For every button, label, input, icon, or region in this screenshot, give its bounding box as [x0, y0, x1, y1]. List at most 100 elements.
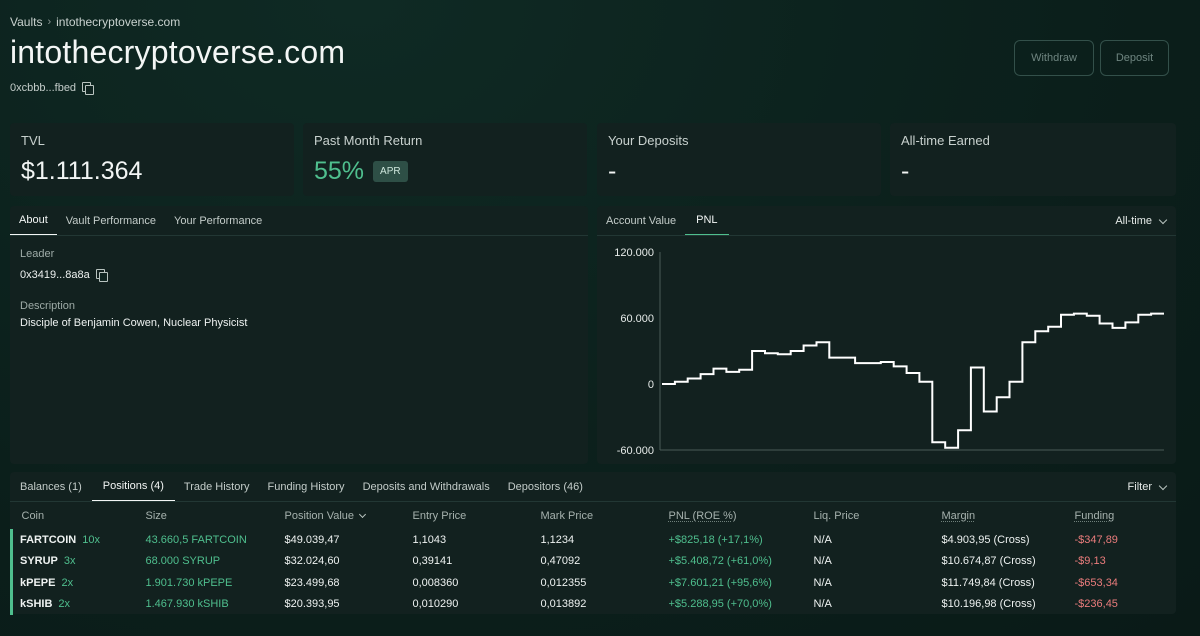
- funding-cell: -$236,45: [1074, 598, 1118, 611]
- leader-label: Leader: [20, 248, 55, 260]
- entry-price-cell: 0,010290: [412, 598, 459, 611]
- size-cell: 68.000 SYRUP: [145, 555, 221, 568]
- col-entry-price[interactable]: Entry Price: [403, 502, 531, 529]
- leverage-badge: 2x: [61, 576, 74, 589]
- coin-name: SYRUP: [20, 555, 58, 568]
- your-deposits-card: Your Deposits -: [597, 123, 881, 196]
- month-return-row: 55% APR: [314, 157, 576, 186]
- about-tabs: About Vault Performance Your Performance: [10, 206, 588, 236]
- y-tick-label: 0: [648, 379, 654, 391]
- tab-vault-performance[interactable]: Vault Performance: [57, 206, 165, 235]
- month-return-label: Past Month Return: [314, 133, 423, 148]
- filter-dropdown[interactable]: Filter: [1127, 472, 1168, 502]
- tab-positions[interactable]: Positions (4): [91, 472, 175, 501]
- y-tick-label: 120.000: [614, 247, 654, 259]
- funding-cell: -$9,13: [1074, 555, 1106, 568]
- y-tick-label: 60.000: [620, 313, 654, 325]
- chevron-right-icon: ›: [47, 16, 52, 28]
- coin-cell[interactable]: FARTCOIN 10x: [10, 529, 136, 551]
- vault-address: 0xcbbb...fbed: [10, 82, 95, 95]
- pnl-cell: +$825,18 (+17,1%): [668, 533, 763, 546]
- pnl-cell: +$5.288,95 (+70,0%): [668, 598, 772, 611]
- all-time-earned-value: -: [901, 157, 910, 185]
- all-time-earned-card: All-time Earned -: [890, 123, 1176, 196]
- mark-price-cell: 0,47092: [540, 555, 581, 568]
- mark-price-cell: 0,012355: [540, 576, 587, 589]
- liq-price-cell: N/A: [813, 576, 832, 589]
- table-row[interactable]: kSHIB 2x 1.467.930 kSHIB $20.393,95 0,010290…: [10, 593, 1177, 615]
- copy-icon[interactable]: [95, 269, 108, 282]
- tab-depositors[interactable]: Depositors (46): [499, 472, 592, 501]
- table-row[interactable]: kPEPE 2x 1.901.730 kPEPE $23.499,68 0,008360…: [10, 572, 1177, 594]
- coin-name: FARTCOIN: [20, 533, 77, 546]
- tab-funding-history[interactable]: Funding History: [259, 472, 354, 501]
- size-cell: 1.467.930 kSHIB: [145, 598, 229, 611]
- tab-deposits-withdrawals[interactable]: Deposits and Withdrawals: [354, 472, 499, 501]
- col-position-value-label: Position Value: [284, 509, 355, 522]
- col-position-value[interactable]: Position Value: [275, 502, 403, 529]
- breadcrumb-current: intothecryptoverse.com: [56, 15, 181, 29]
- tab-about[interactable]: About: [10, 206, 57, 235]
- leverage-badge: 2x: [58, 598, 71, 611]
- leverage-badge: 10x: [82, 533, 100, 546]
- col-liq-price[interactable]: Liq. Price: [804, 502, 932, 529]
- mark-price-cell: 1,1234: [540, 533, 575, 546]
- tvl-value: $1.111.364: [21, 157, 143, 185]
- tvl-label: TVL: [21, 133, 45, 148]
- liq-price-cell: N/A: [813, 533, 832, 546]
- table-header: Coin Size Position Value Entry Price Mar…: [12, 502, 1177, 529]
- month-return-card: Past Month Return 55% APR: [303, 123, 587, 196]
- funding-cell: -$653,34: [1074, 576, 1118, 589]
- pnl-chart: 120.000 60.000 0 -60.000: [614, 247, 1164, 457]
- tab-trade-history[interactable]: Trade History: [175, 472, 259, 501]
- col-funding-label: Funding: [1074, 509, 1115, 522]
- entry-price-cell: 0,39141: [412, 555, 453, 568]
- tvl-card: TVL $1.111.364: [10, 123, 294, 196]
- copy-icon[interactable]: [82, 82, 95, 95]
- tab-balances[interactable]: Balances (1): [10, 472, 92, 501]
- liq-price-cell: N/A: [813, 555, 832, 568]
- margin-cell: $10.196,98 (Cross): [941, 598, 1036, 611]
- table-row[interactable]: SYRUP 3x 68.000 SYRUP $32.024,60 0,39141 0,47…: [10, 550, 1177, 572]
- table-row[interactable]: FARTCOIN 10x 43.660,5 FARTCOIN $49.039,47 1,…: [10, 529, 1177, 551]
- about-panel: About Vault Performance Your Performance…: [10, 206, 588, 464]
- y-tick-label: -60.000: [617, 445, 654, 457]
- col-margin[interactable]: Margin: [932, 502, 1065, 529]
- col-coin[interactable]: Coin: [12, 502, 136, 529]
- coin-name: kSHIB: [20, 598, 53, 611]
- position-value-cell: $49.039,47: [284, 533, 340, 546]
- breadcrumb-vaults-link[interactable]: Vaults: [10, 15, 42, 29]
- col-size[interactable]: Size: [136, 502, 275, 529]
- coin-cell[interactable]: kSHIB 2x: [10, 593, 136, 615]
- coin-cell[interactable]: kPEPE 2x: [10, 572, 136, 594]
- col-funding[interactable]: Funding: [1065, 502, 1177, 529]
- entry-price-cell: 0,008360: [412, 576, 459, 589]
- chevron-down-icon: [1158, 215, 1168, 224]
- tab-your-performance[interactable]: Your Performance: [165, 206, 271, 235]
- all-time-earned-label: All-time Earned: [901, 133, 990, 148]
- leader-address[interactable]: 0x3419...8a8a: [20, 269, 90, 281]
- deposit-button[interactable]: Deposit: [1100, 40, 1169, 76]
- chevron-down-icon: [1158, 481, 1168, 490]
- apr-badge: APR: [373, 161, 408, 182]
- pnl-cell: +$5.408,72 (+61,0%): [668, 555, 772, 568]
- entry-price-cell: 1,1043: [412, 533, 447, 546]
- tab-pnl[interactable]: PNL: [685, 206, 729, 235]
- filter-label: Filter: [1127, 481, 1152, 493]
- tab-account-value[interactable]: Account Value: [597, 206, 685, 235]
- position-value-cell: $20.393,95: [284, 598, 340, 611]
- margin-cell: $10.674,87 (Cross): [941, 555, 1036, 568]
- position-value-cell: $23.499,68: [284, 576, 340, 589]
- liq-price-cell: N/A: [813, 598, 832, 611]
- col-pnl[interactable]: PNL (ROE %): [659, 502, 804, 529]
- description-label: Description: [20, 300, 76, 312]
- chart-panel: Account Value PNL All-time 120.000 60.000…: [597, 206, 1176, 464]
- size-cell: 43.660,5 FARTCOIN: [145, 533, 247, 546]
- coin-cell[interactable]: SYRUP 3x: [10, 550, 136, 572]
- pnl-cell: +$7.601,21 (+95,6%): [668, 576, 772, 589]
- withdraw-button[interactable]: Withdraw: [1014, 40, 1094, 76]
- col-margin-label: Margin: [941, 509, 976, 522]
- col-mark-price[interactable]: Mark Price: [531, 502, 659, 529]
- range-select[interactable]: All-time: [1115, 206, 1168, 236]
- positions-table: Coin Size Position Value Entry Price Mar…: [10, 502, 1176, 615]
